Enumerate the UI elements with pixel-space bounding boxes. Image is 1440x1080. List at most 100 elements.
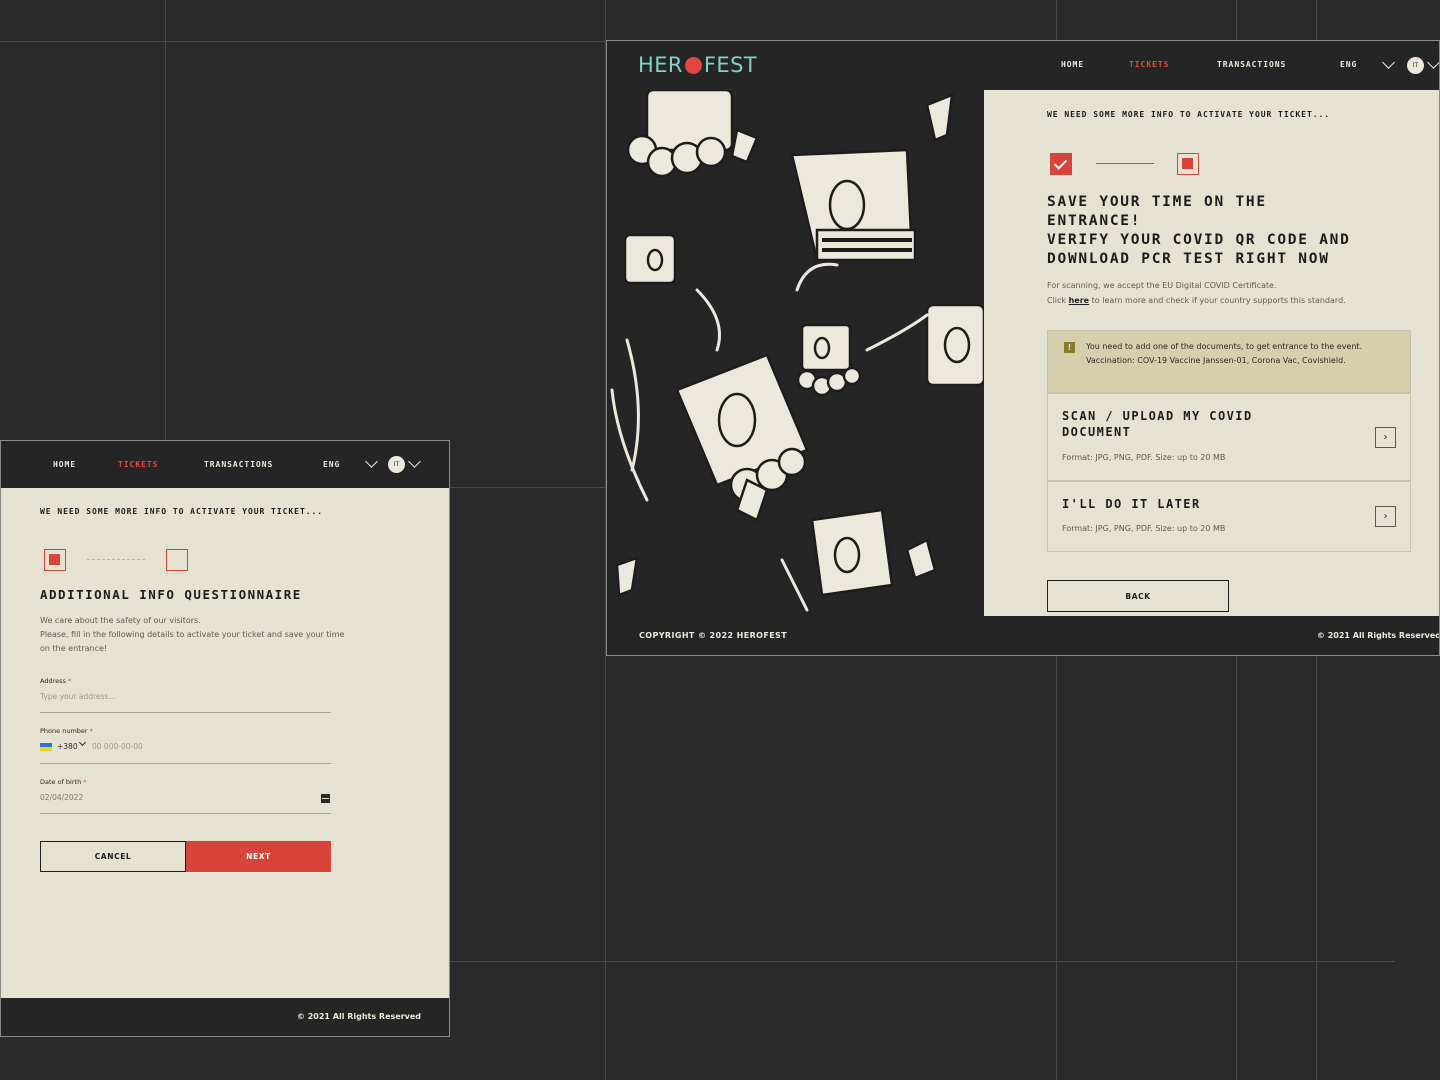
grid-line [165, 0, 166, 440]
step-2-current-checkbox [1177, 153, 1199, 175]
headline-line: SAVE YOUR TIME ON THE [1047, 194, 1267, 210]
step-1-completed-checkbox [1050, 153, 1072, 175]
label-text: Phone number [40, 727, 88, 735]
step-2-pending-checkbox [166, 549, 188, 571]
logo-dot-icon [684, 56, 702, 74]
herofest-logo[interactable]: HER FEST [638, 53, 757, 77]
avatar[interactable]: IT [1407, 57, 1424, 74]
nav-home-link[interactable]: HOME [53, 460, 76, 469]
address-label: Address * [40, 677, 71, 685]
chevron-down-icon[interactable] [78, 738, 87, 747]
headline-line: DOWNLOAD PCR TEST RIGHT NOW [1047, 251, 1330, 267]
phone-input[interactable]: 00 000-00-00 [92, 742, 143, 751]
dob-input[interactable]: 02/04/2022 [40, 793, 83, 802]
grid-line [1056, 0, 1057, 40]
description-line: For scanning, we accept the EU Digital C… [1047, 281, 1277, 290]
description-line: Click here to learn more and check if yo… [1047, 293, 1427, 308]
option-format: Format: JPG, PNG, PDF. Size: up to 20 MB [1062, 524, 1226, 533]
back-button[interactable]: BACK [1047, 580, 1229, 612]
step-connector [1096, 163, 1154, 164]
nav-home-link[interactable]: HOME [1061, 60, 1084, 69]
top-nav: HOME TICKETS TRANSACTIONS ENG IT [1, 441, 449, 488]
step-eyebrow: WE NEED SOME MORE INFO TO ACTIVATE YOUR … [40, 507, 324, 516]
step-eyebrow: WE NEED SOME MORE INFO TO ACTIVATE YOUR … [1047, 110, 1331, 119]
page-title: ADDITIONAL INFO QUESTIONNAIRE [40, 587, 302, 602]
covid-verification-screen: HER FEST HOME TICKETS TRANSACTIONS ENG IT [606, 40, 1440, 656]
next-button[interactable]: NEXT [186, 841, 331, 872]
nav-tickets-link[interactable]: TICKETS [118, 460, 158, 469]
grid-line [1316, 0, 1317, 40]
required-mark: * [89, 727, 93, 735]
cancel-button[interactable]: CANCEL [40, 841, 186, 872]
grid-line [450, 961, 1395, 962]
option-title: I'LL DO IT LATER [1062, 497, 1201, 511]
footer: © 2021 All Rights Reserved [1, 998, 449, 1036]
alert-line: You need to add one of the documents, to… [1086, 342, 1363, 351]
page-title: SAVE YOUR TIME ON THE ENTRANCE! VERIFY Y… [1047, 193, 1427, 269]
headline-line: VERIFY YOUR COVID QR CODE AND [1047, 232, 1351, 248]
chevron-down-icon[interactable] [365, 455, 378, 468]
chevron-down-icon[interactable] [408, 455, 421, 468]
scan-upload-option[interactable]: SCAN / UPLOAD MY COVID DOCUMENT Format: … [1047, 393, 1411, 481]
phone-underline [40, 763, 331, 764]
description: We care about the safety of our visitors… [40, 614, 400, 656]
grid-line [450, 487, 606, 488]
verification-panel: WE NEED SOME MORE INFO TO ACTIVATE YOUR … [984, 90, 1439, 616]
alert-text: You need to add one of the documents, to… [1086, 340, 1386, 368]
chevron-down-icon[interactable] [1382, 56, 1395, 69]
dob-underline [40, 813, 331, 814]
headline-line: ENTRANCE! [1047, 213, 1142, 229]
logo-text: FEST [703, 53, 758, 77]
language-selector[interactable]: ENG [323, 460, 340, 469]
nav-tickets-link[interactable]: TICKETS [1129, 60, 1169, 69]
grid-line [1056, 656, 1057, 1080]
required-mark: * [83, 778, 87, 786]
option-title-line: SCAN / UPLOAD MY COVID [1062, 409, 1253, 423]
option-title: SCAN / UPLOAD MY COVID DOCUMENT [1062, 408, 1253, 440]
chevron-down-icon[interactable] [1427, 56, 1439, 69]
phone-label: Phone number * [40, 727, 93, 735]
nav-transactions-link[interactable]: TRANSACTIONS [204, 460, 273, 469]
chevron-right-icon[interactable]: › [1375, 427, 1396, 448]
characters-pattern-illustration [610, 88, 986, 612]
avatar[interactable]: IT [388, 456, 405, 473]
description-line: Please, fill in the following details to… [40, 630, 345, 639]
info-alert: ! You need to add one of the documents, … [1047, 330, 1411, 393]
required-mark: * [67, 677, 72, 685]
footer-rights: © 2021 All Rights Reserved [296, 1012, 421, 1021]
address-input[interactable]: Type your address... [40, 692, 331, 706]
grid-line [1236, 0, 1237, 40]
step-connector [87, 559, 145, 560]
label-text: Address [40, 677, 66, 685]
grid-line [1316, 656, 1317, 1080]
do-it-later-option[interactable]: I'LL DO IT LATER Format: JPG, PNG, PDF. … [1047, 481, 1411, 552]
dob-label: Date of birth * [40, 778, 87, 786]
warning-icon: ! [1064, 342, 1075, 353]
questionnaire-screen: HOME TICKETS TRANSACTIONS ENG IT WE NEED… [0, 440, 450, 1037]
description: For scanning, we accept the EU Digital C… [1047, 278, 1427, 308]
alert-line: Vaccination: COV-19 Vaccine Janssen-01, … [1086, 356, 1346, 365]
description-text: to learn more and check if your country … [1089, 296, 1346, 305]
grid-line [0, 41, 606, 42]
step-1-current-checkbox [44, 549, 66, 571]
option-title-line: DOCUMENT [1062, 425, 1132, 439]
option-format: Format: JPG, PNG, PDF. Size: up to 20 MB [1062, 453, 1226, 462]
learn-more-link[interactable]: here [1069, 296, 1090, 305]
language-selector[interactable]: ENG [1340, 60, 1357, 69]
logo-text: HER [638, 53, 683, 77]
description-text: Click [1047, 296, 1069, 305]
footer-rights: © 2021 All Rights Reserved [1316, 631, 1440, 640]
footer: COPYRIGHT © 2022 HEROFEST © 2021 All Rig… [607, 616, 1440, 655]
description-line: We care about the safety of our visitors… [40, 616, 201, 625]
description-line: on the entrance! [40, 644, 108, 653]
country-code-select[interactable]: +380 [57, 742, 78, 751]
hero-illustration [607, 88, 986, 616]
top-nav: HER FEST HOME TICKETS TRANSACTIONS ENG IT [607, 41, 1439, 90]
footer-copyright: COPYRIGHT © 2022 HEROFEST [639, 631, 788, 640]
chevron-right-icon[interactable]: › [1375, 506, 1396, 527]
grid-line [1236, 656, 1237, 1080]
calendar-icon[interactable] [321, 794, 330, 803]
label-text: Date of birth [40, 778, 82, 786]
ukraine-flag-icon[interactable] [40, 743, 52, 751]
nav-transactions-link[interactable]: TRANSACTIONS [1217, 60, 1286, 69]
